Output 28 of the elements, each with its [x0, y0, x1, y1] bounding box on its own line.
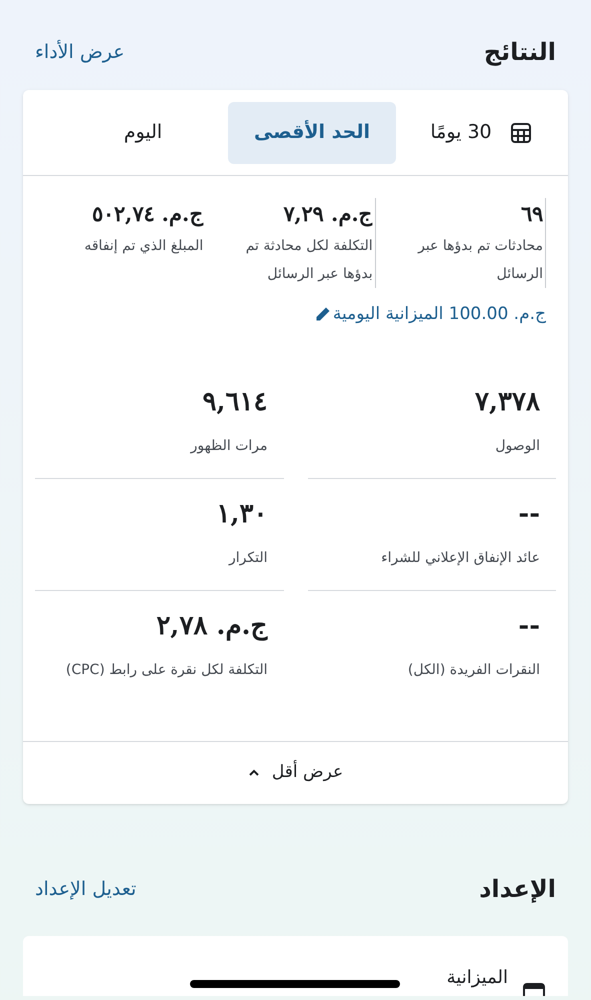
- setup-item-label: الميزانية: [446, 966, 508, 990]
- metric-label: الوصول: [494, 437, 540, 456]
- period-tab[interactable]: 30 يومًا: [406, 102, 556, 164]
- metric-value: ج.م. ٥٠٢,٧٤: [91, 200, 204, 228]
- metric-value: ٩,٦١٤: [201, 386, 268, 419]
- metric-label: التكرار: [227, 549, 268, 568]
- metric-value: --: [517, 498, 540, 531]
- metric-label: مرات الظهور: [189, 437, 268, 456]
- metric-value: ١,٣٠: [215, 498, 268, 531]
- metric-label: النقرات الفريدة (الكل): [406, 661, 540, 680]
- edit-setup-link[interactable]: تعديل الإعداد: [35, 874, 136, 904]
- period-tab[interactable]: الحد الأقصى: [228, 102, 396, 164]
- metric-label: عائد الإنفاق الإعلاني للشراء: [380, 549, 540, 568]
- metric-value: ٧,٣٧٨: [474, 386, 540, 419]
- view-performance-link[interactable]: عرض الأداء: [35, 38, 125, 66]
- metric-value: --: [517, 610, 540, 643]
- metric-label: محادثات تم بدؤها عبر الرسائل: [416, 236, 543, 284]
- section-title: النتائج: [484, 37, 556, 68]
- metric-label: التكلفة لكل نقرة على رابط (CPC): [64, 661, 268, 680]
- daily-budget-link[interactable]: ج.م. 100.00 الميزانية اليومية: [314, 302, 546, 327]
- period-tab[interactable]: اليوم: [68, 102, 218, 164]
- show-less-button[interactable]: عرض أقل: [23, 741, 568, 804]
- section-title: الإعداد: [479, 874, 556, 905]
- metric-value: ٦٩: [520, 200, 543, 228]
- metric-value: ج.م. ٢,٧٨: [155, 610, 268, 643]
- metric-label: التكلفة لكل محادثة تم بدؤها عبر الرسائل: [244, 236, 373, 284]
- metric-label: المبلغ الذي تم إنفاقه: [83, 236, 204, 256]
- metric-value: ج.م. ٧,٢٩: [282, 200, 373, 228]
